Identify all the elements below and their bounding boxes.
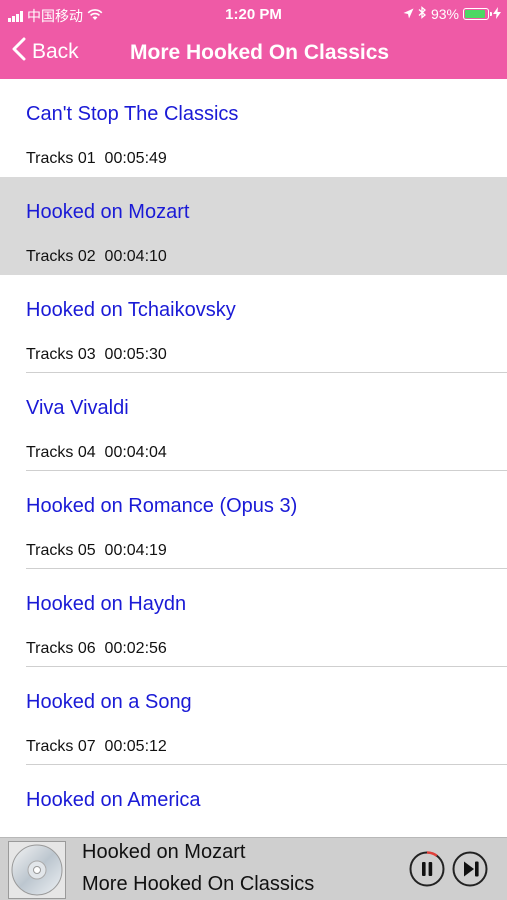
next-track-button[interactable]: [451, 850, 489, 888]
track-row[interactable]: Hooked on Romance (Opus 3) Tracks 05 00:0…: [0, 471, 507, 569]
track-title: Hooked on Haydn: [26, 593, 187, 615]
track-meta: Tracks 06 00:02:56: [26, 640, 167, 657]
page-title: More Hooked On Classics: [130, 41, 390, 64]
track-list: Can't Stop The Classics Tracks 01 00:05:4…: [0, 79, 507, 837]
back-label: Back: [32, 40, 79, 63]
back-button[interactable]: Back: [12, 37, 79, 67]
track-row[interactable]: Hooked on Haydn Tracks 06 00:02:56: [0, 569, 507, 667]
track-title: Hooked on a Song: [26, 691, 192, 713]
track-title: Hooked on America: [26, 789, 201, 811]
track-meta: Tracks 03 00:05:30: [26, 346, 167, 363]
track-title: Viva Vivaldi: [26, 397, 129, 419]
track-row[interactable]: Hooked on Tchaikovsky Tracks 03 00:05:30: [0, 275, 507, 373]
now-playing-bar[interactable]: Hooked on Mozart More Hooked On Classics: [0, 837, 507, 900]
charging-icon: [493, 6, 501, 22]
bluetooth-icon: [418, 6, 427, 22]
track-meta: Tracks 07 00:05:12: [26, 738, 167, 755]
track-row[interactable]: Hooked on Mozart Tracks 02 00:04:10: [0, 177, 507, 275]
track-meta: Tracks 04 00:04:04: [26, 444, 167, 461]
track-title: Hooked on Tchaikovsky: [26, 299, 236, 321]
track-meta: Tracks 05 00:04:19: [26, 542, 167, 559]
battery-percent: 93%: [430, 6, 459, 22]
track-row[interactable]: Hooked on a Song Tracks 07 00:05:12: [0, 667, 507, 765]
pause-button[interactable]: [408, 850, 446, 888]
battery-icon: [463, 8, 492, 20]
now-playing-album: More Hooked On Classics: [82, 873, 315, 895]
cd-disc-icon: [11, 844, 63, 896]
track-title: Can't Stop The Classics: [26, 103, 239, 125]
track-title: Hooked on Romance (Opus 3): [26, 495, 298, 517]
track-row[interactable]: Hooked on America: [0, 765, 507, 837]
track-meta: Tracks 02 00:04:10: [26, 248, 167, 265]
track-title: Hooked on Mozart: [26, 201, 190, 223]
navigation-bar: Back More Hooked On Classics: [0, 28, 507, 79]
top-bar: 中国移动 1:20 PM 93% Back More Hooked On Cla…: [0, 0, 507, 79]
location-icon: [403, 6, 414, 22]
track-row[interactable]: Viva Vivaldi Tracks 04 00:04:04: [0, 373, 507, 471]
status-bar: 中国移动 1:20 PM 93%: [0, 0, 507, 28]
status-right: 93%: [403, 6, 501, 22]
next-track-icon: [452, 851, 488, 887]
battery-fill: [465, 10, 486, 18]
playback-progress-arc: [426, 851, 438, 857]
now-playing-title: Hooked on Mozart: [82, 841, 246, 863]
chevron-left-icon: [12, 37, 26, 67]
track-row[interactable]: Can't Stop The Classics Tracks 01 00:05:4…: [0, 79, 507, 177]
pause-icon: [409, 851, 445, 887]
album-art: [8, 841, 66, 899]
track-meta: Tracks 01 00:05:49: [26, 150, 167, 167]
